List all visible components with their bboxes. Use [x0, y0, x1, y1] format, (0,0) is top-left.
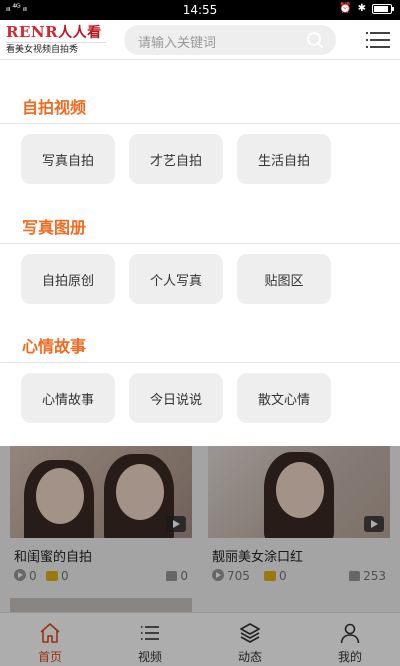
- status-icons: ⏰ ✱: [339, 3, 394, 14]
- app-header: RENR人人看 看美女视频自拍秀 请输入关键词: [0, 20, 400, 60]
- battery-icon: [372, 3, 394, 14]
- video-title[interactable]: 靓丽美女涂口红: [208, 546, 390, 565]
- divider: [0, 123, 400, 124]
- tab-home[interactable]: 首页: [0, 613, 100, 666]
- view-count-icon: [14, 569, 26, 581]
- tab-feed[interactable]: 动态: [200, 613, 300, 666]
- status-bar: ᵢₗₗ ⁴ᴳ ᵢₗₗ 14:55 ⏰ ✱: [0, 0, 400, 20]
- tab-video[interactable]: 视频: [100, 613, 200, 666]
- search-icon[interactable]: [306, 31, 324, 49]
- tag-button[interactable]: 生活自拍: [237, 134, 331, 184]
- coin-icon: [264, 571, 276, 581]
- search-placeholder: 请输入关键词: [138, 36, 217, 51]
- bottom-tab-bar: 首页 视频 动态 我的: [0, 612, 400, 666]
- view-count-icon: [212, 569, 224, 581]
- tag-button[interactable]: 个人写真: [129, 254, 223, 304]
- alarm-icon: ⏰: [339, 3, 352, 14]
- like-count: 0: [180, 569, 188, 583]
- divider: [0, 243, 400, 244]
- coin-icon: [46, 571, 58, 581]
- tab-profile[interactable]: 我的: [300, 613, 400, 666]
- play-icon: [364, 516, 384, 532]
- home-icon: [40, 623, 60, 643]
- tag-button[interactable]: 贴图区: [237, 254, 331, 304]
- tab-label: 视频: [137, 650, 162, 664]
- list-menu-icon[interactable]: [366, 28, 390, 52]
- video-thumbnail[interactable]: [10, 446, 192, 538]
- category-menu: 自拍视频 写真自拍 才艺自拍 生活自拍 写真图册 自拍原创 个人写真 贴图区 心…: [0, 61, 400, 446]
- view-count: 705: [227, 569, 250, 583]
- user-icon: [340, 623, 360, 644]
- video-card[interactable]: 靓丽美女涂口红 705 0 253: [208, 446, 390, 587]
- tag-button[interactable]: 才艺自拍: [129, 134, 223, 184]
- like-icon: [166, 571, 178, 581]
- logo-brand: RENR人人看: [6, 23, 102, 41]
- logo-slogan: 看美女视频自拍秀: [6, 42, 106, 56]
- tab-label: 首页: [37, 650, 62, 664]
- video-card[interactable]: 和闺蜜的自拍 0 0 0: [10, 446, 192, 587]
- section-title-photo-album[interactable]: 写真图册: [22, 214, 86, 238]
- tab-label: 动态: [237, 650, 262, 664]
- video-title[interactable]: 和闺蜜的自拍: [10, 546, 192, 565]
- battery-level: [374, 5, 388, 12]
- video-stats: 0 0 0: [10, 569, 192, 587]
- tag-button[interactable]: 今日说说: [129, 373, 223, 423]
- coin-count: 0: [279, 569, 287, 583]
- tag-button[interactable]: 自拍原创: [21, 254, 115, 304]
- bluetooth-icon: ✱: [357, 3, 366, 14]
- video-stats: 705 0 253: [208, 569, 390, 587]
- video-thumbnail[interactable]: [208, 446, 390, 538]
- like-count: 253: [363, 569, 386, 583]
- section-title-mood-stories[interactable]: 心情故事: [22, 333, 86, 357]
- video-list-icon: [141, 626, 159, 640]
- tab-label: 我的: [337, 650, 362, 664]
- video-feed: 和闺蜜的自拍 0 0 0 靓丽美女涂口红 705 0 253: [0, 446, 400, 612]
- tag-button[interactable]: 散文心情: [237, 373, 331, 423]
- tag-button[interactable]: 写真自拍: [21, 134, 115, 184]
- app-logo[interactable]: RENR人人看 看美女视频自拍秀: [6, 23, 106, 57]
- tag-button[interactable]: 心情故事: [21, 373, 115, 423]
- layers-icon: [240, 623, 260, 643]
- section-title-selfie-video[interactable]: 自拍视频: [22, 94, 86, 118]
- like-icon: [349, 571, 361, 581]
- divider: [0, 362, 400, 363]
- coin-count: 0: [61, 569, 69, 583]
- view-count: 0: [29, 569, 37, 583]
- play-icon: [166, 516, 186, 532]
- search-input[interactable]: 请输入关键词: [124, 25, 336, 55]
- video-thumbnail[interactable]: [10, 598, 192, 612]
